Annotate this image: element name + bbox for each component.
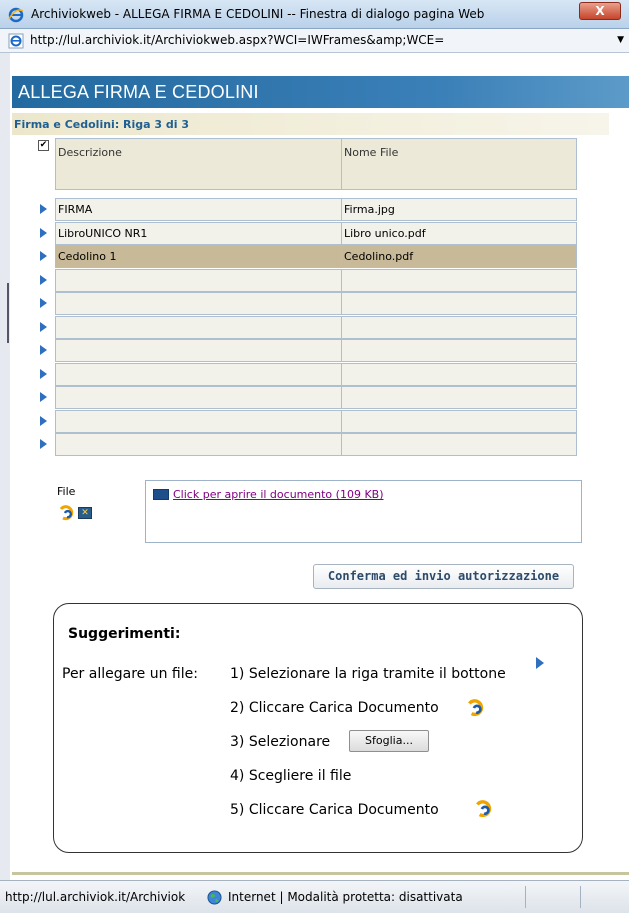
- row-select-arrow-icon[interactable]: [40, 322, 47, 332]
- row-select-arrow-icon[interactable]: [40, 416, 47, 426]
- page-title: ALLEGA FIRMA E CEDOLINI: [18, 82, 259, 102]
- address-dropdown-icon[interactable]: ▼: [617, 35, 624, 45]
- suggestions-title: Suggerimenti:: [68, 626, 181, 642]
- status-zone: Internet | Modalità protetta: disattivat…: [228, 890, 463, 904]
- table-cell-descrizione[interactable]: [55, 386, 342, 409]
- table-cell-descrizione[interactable]: [55, 433, 342, 456]
- table-cell-descrizione[interactable]: [55, 292, 342, 315]
- internet-zone-icon: [207, 890, 222, 905]
- row-select-arrow-icon[interactable]: [40, 298, 47, 308]
- row-select-arrow-icon[interactable]: [40, 251, 47, 261]
- table-cell-descrizione[interactable]: [55, 269, 342, 292]
- status-separator: [525, 886, 526, 908]
- status-url: http://lul.archiviok.it/Archiviok: [5, 890, 186, 904]
- row-select-arrow-icon[interactable]: [40, 439, 47, 449]
- table-cell-descrizione[interactable]: [55, 363, 342, 386]
- grid-subheader: Firma e Cedolini: Riga 3 di 3: [12, 113, 609, 135]
- file-label: File: [57, 485, 76, 498]
- table-cell-nome-file[interactable]: [341, 316, 577, 339]
- window-title: Archiviokweb - ALLEGA FIRMA E CEDOLINI -…: [31, 7, 485, 21]
- table-cell-nome-file[interactable]: [341, 363, 577, 386]
- table-cell-nome-file[interactable]: [341, 410, 577, 433]
- table-cell-nome-file[interactable]: [341, 292, 577, 315]
- window-titlebar: Archiviokweb - ALLEGA FIRMA E CEDOLINI -…: [0, 0, 629, 29]
- status-separator: [580, 886, 581, 908]
- frame-left-strip: [0, 53, 10, 880]
- address-url[interactable]: http://lul.archiviok.it/Archiviokweb.asp…: [30, 33, 444, 47]
- suggestion-step-5: 5) Cliccare Carica Documento: [230, 802, 439, 818]
- row-select-arrow-icon: [536, 657, 544, 669]
- confirm-send-button[interactable]: Conferma ed invio autorizzazione: [313, 564, 574, 589]
- document-icon: [153, 489, 169, 500]
- row-select-arrow-icon[interactable]: [40, 345, 47, 355]
- table-cell-descrizione[interactable]: [55, 410, 342, 433]
- table-cell-descrizione[interactable]: LibroUNICO NR1: [55, 222, 342, 245]
- row-select-arrow-icon[interactable]: [40, 228, 47, 238]
- table-cell-nome-file[interactable]: [341, 386, 577, 409]
- grid-row-counter: Firma e Cedolini: Riga 3 di 3: [14, 118, 190, 131]
- suggestion-step-1: 1) Selezionare la riga tramite il botton…: [230, 666, 506, 682]
- table-cell-descrizione[interactable]: FIRMA: [55, 198, 342, 221]
- remove-document-icon[interactable]: ✕: [78, 507, 92, 519]
- page-bottom-divider: [12, 872, 629, 875]
- suggestions-box: Suggerimenti: Per allegare un file: 1) S…: [53, 603, 583, 853]
- ie-icon: [8, 7, 24, 23]
- table-cell-nome-file[interactable]: Firma.jpg: [341, 198, 577, 221]
- column-header-descrizione[interactable]: Descrizione: [55, 138, 342, 190]
- open-document-link[interactable]: Click per aprire il documento (109 KB): [173, 488, 384, 501]
- suggestion-step-2: 2) Cliccare Carica Documento: [230, 700, 439, 716]
- row-select-arrow-icon[interactable]: [40, 392, 47, 402]
- table-cell-descrizione[interactable]: [55, 339, 342, 362]
- table-cell-descrizione[interactable]: [55, 316, 342, 339]
- table-cell-descrizione[interactable]: Cedolino 1: [55, 245, 342, 268]
- status-bar: http://lul.archiviok.it/Archiviok Intern…: [0, 880, 629, 913]
- page-banner: ALLEGA FIRMA E CEDOLINI: [12, 76, 629, 108]
- browse-button: Sfoglia...: [349, 730, 429, 752]
- suggestions-intro: Per allegare un file:: [62, 666, 198, 682]
- document-box: Click per aprire il documento (109 KB): [145, 480, 582, 543]
- table-cell-nome-file[interactable]: [341, 269, 577, 292]
- column-header-nome-file[interactable]: Nome File: [341, 138, 577, 190]
- upload-document-icon: [476, 800, 492, 818]
- row-select-arrow-icon[interactable]: [40, 369, 47, 379]
- row-select-arrow-icon[interactable]: [40, 204, 47, 214]
- ie-page-icon: [8, 33, 24, 49]
- table-cell-nome-file[interactable]: Cedolino.pdf: [341, 245, 577, 268]
- upload-document-icon: [468, 699, 484, 717]
- address-bar: http://lul.archiviok.it/Archiviokweb.asp…: [0, 29, 629, 53]
- suggestion-step-4: 4) Scegliere il file: [230, 768, 352, 784]
- select-all-checkbox[interactable]: ✔: [38, 140, 49, 151]
- table-cell-nome-file[interactable]: Libro unico.pdf: [341, 222, 577, 245]
- table-cell-nome-file[interactable]: [341, 339, 577, 362]
- upload-document-icon[interactable]: [58, 505, 74, 521]
- row-select-arrow-icon[interactable]: [40, 275, 47, 285]
- suggestion-step-3: 3) Selezionare: [230, 734, 331, 750]
- table-cell-nome-file[interactable]: [341, 433, 577, 456]
- close-button[interactable]: X: [579, 2, 621, 20]
